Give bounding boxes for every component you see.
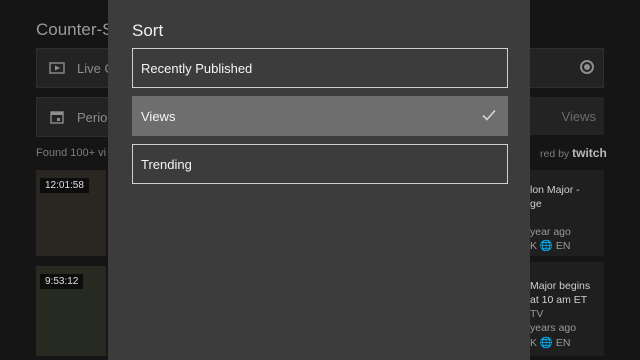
sort-option-trending[interactable]: Trending	[132, 144, 508, 184]
powered-by: red by twitch	[540, 146, 607, 160]
twitch-logo: twitch	[572, 146, 607, 160]
dialog-title: Sort	[132, 21, 164, 40]
video-duration: 12:01:58	[40, 178, 89, 193]
video-title-line: at 10 am ET	[530, 294, 588, 306]
checkmark-icon	[481, 107, 497, 123]
period-filter-label: Perio	[77, 110, 108, 125]
video-meta: K 🌐 EN	[530, 337, 571, 349]
video-age: year ago	[530, 226, 571, 238]
sort-option-label: Trending	[141, 157, 192, 172]
video-title-line: ge	[530, 198, 542, 210]
calendar-icon	[49, 110, 65, 124]
video-title-line: Major begins	[530, 280, 591, 292]
live-icon	[49, 61, 65, 75]
live-radio[interactable]	[580, 60, 594, 74]
video-meta: K 🌐 EN	[530, 240, 571, 252]
video-duration: 9:53:12	[40, 274, 84, 289]
video-title-line: lon Major -	[530, 184, 580, 196]
video-channel: TV	[530, 308, 544, 320]
page-title: Counter-S	[36, 20, 114, 39]
sort-option-label: Views	[141, 109, 176, 124]
sort-option-recently-published[interactable]: Recently Published	[132, 48, 508, 88]
sort-dialog: Sort Recently Published Views Trending	[108, 0, 530, 360]
video-age: years ago	[530, 322, 577, 334]
powered-by-text: red by	[540, 148, 570, 160]
sort-selector-value: Views	[561, 109, 596, 124]
sort-option-label: Recently Published	[141, 61, 253, 76]
results-count: Found 100+ vi	[36, 147, 107, 159]
sort-option-views[interactable]: Views	[132, 96, 508, 136]
